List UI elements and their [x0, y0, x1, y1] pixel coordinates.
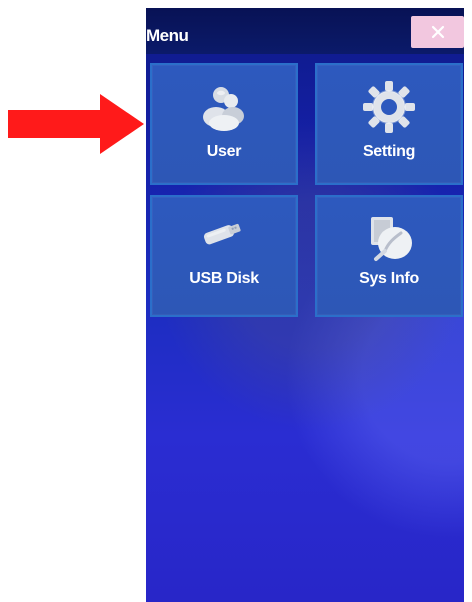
- page-root: Menu User Setting USB Disk Sys Info: [0, 0, 472, 602]
- menu-screen: Menu User Setting USB Disk Sys Info: [146, 8, 464, 602]
- system-info-icon: [371, 217, 412, 261]
- menu-tile-setting[interactable]: Setting: [315, 63, 463, 185]
- page-title: Menu: [146, 26, 189, 45]
- close-button[interactable]: [411, 16, 464, 48]
- close-icon: [431, 25, 445, 39]
- tile-label-sys-info: Sys Info: [359, 270, 419, 287]
- menu-tile-sys-info[interactable]: Sys Info: [315, 195, 463, 317]
- red-arrow-icon: [8, 94, 144, 154]
- menu-tile-user[interactable]: User: [150, 63, 298, 185]
- usb-drive-icon: [203, 223, 241, 245]
- title-bar: Menu: [146, 8, 464, 54]
- menu-tile-usb-disk[interactable]: USB Disk: [150, 195, 298, 317]
- gear-icon: [363, 81, 415, 133]
- tile-label-usb-disk: USB Disk: [189, 270, 259, 287]
- tile-label-user: User: [206, 143, 242, 160]
- users-icon: [203, 87, 244, 131]
- tile-label-setting: Setting: [362, 143, 416, 160]
